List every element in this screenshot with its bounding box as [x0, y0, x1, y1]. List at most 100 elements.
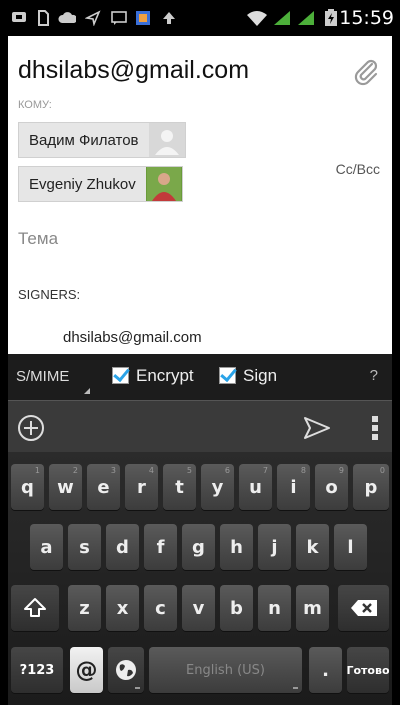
key-label: y [211, 476, 224, 498]
key-o[interactable]: o9 [315, 464, 348, 510]
subject-field[interactable]: Тема [18, 229, 58, 249]
key-label: t [175, 476, 184, 498]
add-icon[interactable] [14, 411, 48, 445]
wifi-icon [245, 9, 269, 27]
signal-icon [296, 9, 316, 27]
key-label: w [57, 476, 74, 498]
key-hint: 6 [224, 466, 230, 475]
signers-label: SIGNERS: [18, 287, 81, 302]
encrypt-label: Encrypt [136, 366, 194, 385]
at-key[interactable]: @ [70, 647, 103, 693]
smime-bar: S/MIME Encrypt Sign ? [8, 354, 392, 400]
key-c[interactable]: c [144, 585, 177, 631]
key-h[interactable]: h [220, 524, 253, 570]
space-key[interactable]: English (US) [149, 647, 302, 693]
key-t[interactable]: t5 [163, 464, 196, 510]
key-z[interactable]: z [68, 585, 101, 631]
key-hint: 1 [34, 466, 40, 475]
key-label: @ [75, 657, 98, 683]
status-bar: 15:59 [0, 0, 400, 36]
cc-bcc-button[interactable]: Cc/Bcc [336, 161, 380, 177]
key-label: u [249, 476, 262, 498]
key-k[interactable]: k [296, 524, 329, 570]
soft-keyboard: q1 w2 e3 r4 t5 y6 u7 i8 o9 p0 a s d f g … [8, 452, 392, 705]
encrypt-checkbox[interactable] [112, 367, 129, 384]
key-j[interactable]: j [258, 524, 291, 570]
smime-menu[interactable]: S/MIME [16, 368, 69, 385]
key-v[interactable]: v [182, 585, 215, 631]
shift-key[interactable] [11, 585, 59, 631]
key-n[interactable]: n [258, 585, 291, 631]
language-key[interactable] [108, 647, 144, 693]
backspace-key[interactable] [338, 585, 389, 631]
signal-icon [272, 9, 292, 27]
key-label: e [97, 476, 110, 498]
key-q[interactable]: q1 [11, 464, 44, 510]
app-icon [134, 9, 152, 27]
key-g[interactable]: g [182, 524, 215, 570]
key-hint: 2 [72, 466, 78, 475]
key-u[interactable]: u7 [239, 464, 272, 510]
key-hint: 0 [379, 466, 385, 475]
recipient-chip[interactable]: Evgeniy Zhukov [18, 166, 183, 202]
sim-icon [34, 9, 52, 27]
symbols-key[interactable]: ?123 [11, 647, 63, 693]
period-key[interactable]: . [309, 647, 342, 693]
key-label: o [325, 476, 338, 498]
key-d[interactable]: d [106, 524, 139, 570]
key-label: . [322, 659, 329, 681]
key-f[interactable]: f [144, 524, 177, 570]
key-a[interactable]: a [30, 524, 63, 570]
key-p[interactable]: p0 [353, 464, 389, 510]
messaging-icon [10, 9, 28, 27]
key-i[interactable]: i8 [277, 464, 310, 510]
send-icon [84, 9, 102, 27]
sign-checkbox[interactable] [219, 367, 236, 384]
more-indicator [135, 687, 140, 689]
backspace-icon [350, 600, 377, 616]
key-x[interactable]: x [106, 585, 139, 631]
recipient-chip[interactable]: Вадим Филатов [18, 122, 186, 158]
compose-form: dhsilabs@gmail.com КОМУ: Вадим Филатов E… [8, 36, 392, 354]
signer-email: dhsilabs@gmail.com [63, 329, 202, 346]
attachment-icon[interactable] [352, 58, 382, 88]
sign-label: Sign [243, 366, 278, 385]
key-y[interactable]: y6 [201, 464, 234, 510]
cloud-icon [58, 9, 76, 27]
key-m[interactable]: m [296, 585, 329, 631]
key-hint: 4 [148, 466, 154, 475]
compose-toolbar [8, 400, 392, 452]
overflow-menu-icon[interactable] [358, 411, 392, 445]
key-s[interactable]: s [68, 524, 101, 570]
key-label: q [21, 476, 34, 498]
sms-icon [110, 9, 128, 27]
shift-icon [24, 598, 46, 617]
avatar [148, 123, 185, 157]
help-button[interactable]: ? [370, 367, 378, 384]
battery-icon [322, 9, 340, 27]
to-label: КОМУ: [18, 99, 52, 111]
from-account[interactable]: dhsilabs@gmail.com [18, 56, 249, 85]
key-label: r [137, 476, 146, 498]
recipient-name: Evgeniy Zhukov [29, 175, 136, 193]
key-hint: 5 [186, 466, 192, 475]
key-b[interactable]: b [220, 585, 253, 631]
key-label: i [290, 476, 297, 498]
recipient-name: Вадим Филатов [29, 131, 139, 149]
key-label: p [364, 476, 378, 498]
upload-icon [160, 9, 178, 27]
clock: 15:59 [339, 7, 394, 29]
more-indicator [293, 687, 298, 689]
key-hint: 7 [262, 466, 268, 475]
key-e[interactable]: e3 [87, 464, 120, 510]
key-hint: 8 [300, 466, 306, 475]
key-w[interactable]: w2 [49, 464, 82, 510]
globe-icon [116, 660, 136, 680]
key-l[interactable]: l [334, 524, 367, 570]
done-button[interactable]: Готово [346, 647, 390, 693]
key-r[interactable]: r4 [125, 464, 158, 510]
key-label: English (US) [186, 662, 265, 678]
send-icon[interactable] [300, 411, 334, 445]
key-hint: 9 [338, 466, 344, 475]
dropdown-corner-icon [84, 388, 90, 394]
